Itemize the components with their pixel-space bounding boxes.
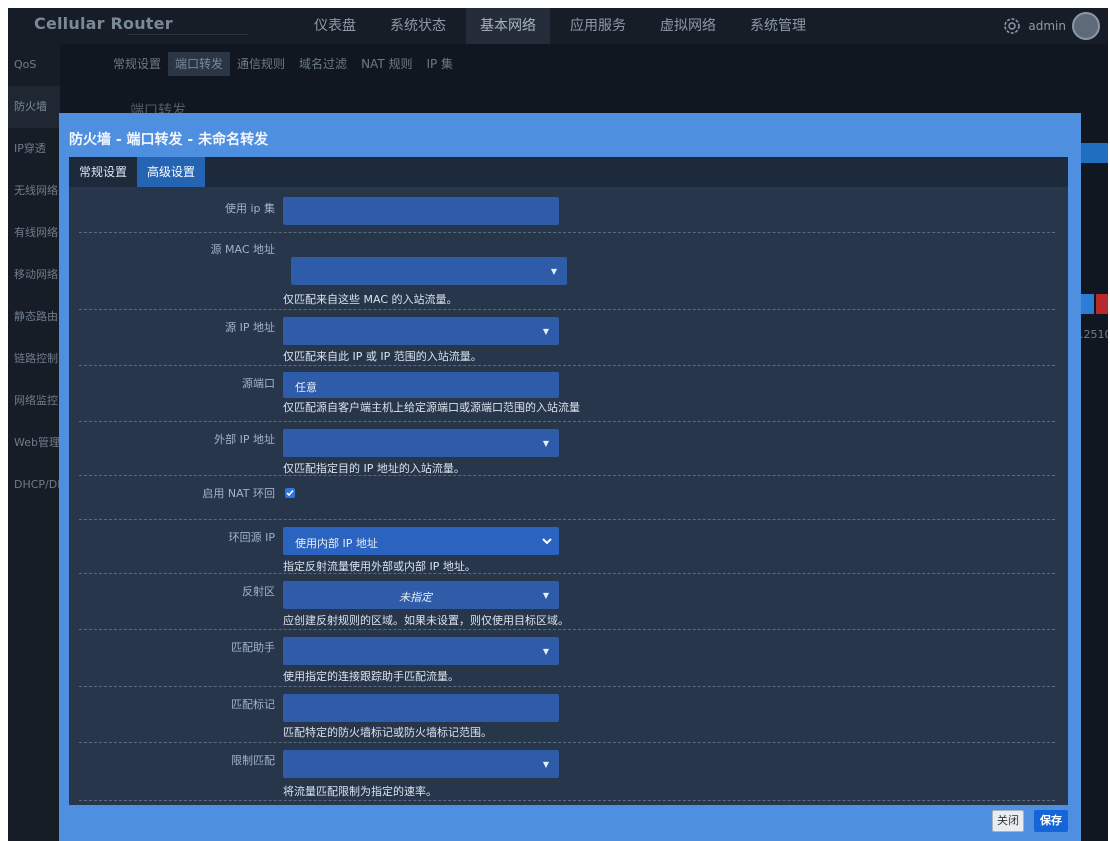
tab-port-forward[interactable]: 端口转发 (168, 52, 231, 76)
ipset-input[interactable] (283, 197, 559, 225)
top-navbar: Cellular Router 仪表盘 系统状态 基本网络 应用服务 虚拟网络 … (8, 8, 1108, 44)
sidebar-item-firewall[interactable]: 防火墙 (8, 86, 60, 128)
src-mac-label: 源 MAC 地址 (210, 243, 276, 256)
dropdown-caret-icon: ▼ (542, 591, 549, 600)
reflection-zone-help: 应创建反射规则的区域。如果未设置，则仅使用目标区域。 (283, 614, 569, 627)
row-helper: 匹配助手 ▼ 使用指定的连接跟踪助手匹配流量。 (79, 630, 1055, 687)
nav-system-admin[interactable]: 系统管理 (736, 8, 820, 44)
mark-label: 匹配标记 (231, 698, 275, 711)
sidebar-item-dhcp[interactable]: DHCP/DI (8, 464, 60, 506)
src-ip-label: 源 IP 地址 (225, 321, 275, 334)
ipset-label: 使用 ip 集 (224, 202, 275, 215)
save-button[interactable]: 保存 (1034, 810, 1068, 832)
app-window: Cellular Router 仪表盘 系统状态 基本网络 应用服务 虚拟网络 … (8, 8, 1108, 841)
sidebar-item-link-control[interactable]: 链路控制 (8, 338, 60, 380)
sidebar-item-web-admin[interactable]: Web管理 (8, 422, 60, 464)
sidebar-item-wireless[interactable]: 无线网络 (8, 170, 60, 212)
dialog-body: 使用 ip 集 源 MAC 地址 ▼ 仅匹配来自这些 MAC 的入站流量。 源 … (69, 187, 1068, 805)
nat-loopback-label: 启用 NAT 环回 (202, 487, 275, 500)
sidebar-item-network-monitor[interactable]: 网络监控 (8, 380, 60, 422)
src-mac-help: 仅匹配来自这些 MAC 的入站流量。 (283, 293, 458, 306)
close-button[interactable]: 关闭 (992, 810, 1024, 832)
main-nav: 仪表盘 系统状态 基本网络 应用服务 虚拟网络 系统管理 (300, 8, 826, 44)
dropdown-caret-icon: ▼ (542, 647, 549, 656)
src-mac-select[interactable]: ▼ (291, 257, 567, 285)
tab-traffic-rules[interactable]: 通信规则 (230, 52, 292, 76)
row-nat-loopback: 启用 NAT 环回 (79, 476, 1055, 520)
reflection-zone-label: 反射区 (242, 585, 275, 598)
background-ip-text: .25101 (1080, 328, 1108, 341)
dialog-footer: 关闭 保存 (59, 805, 1081, 841)
limit-label: 限制匹配 (231, 754, 275, 767)
port-forward-dialog: 防火墙 - 端口转发 - 未命名转发 常规设置 高级设置 使用 ip 集 源 M… (59, 113, 1081, 841)
reflection-src-select[interactable]: 使用内部 IP 地址 (283, 527, 559, 555)
limit-help: 将流量匹配限制为指定的速率。 (283, 785, 437, 798)
sidebar-item-ip-passthrough[interactable]: IP穿透 (8, 128, 60, 170)
src-ip-help: 仅匹配来自此 IP 或 IP 范围的入站流量。 (283, 350, 482, 363)
row-reflection-zone: 反射区 未指定 ▼ 应创建反射规则的区域。如果未设置，则仅使用目标区域。 (79, 574, 1055, 630)
reflection-zone-select[interactable]: 未指定 ▼ (283, 581, 559, 609)
row-mark: 匹配标记 匹配特定的防火墙标记或防火墙标记范围。 (79, 687, 1055, 743)
tab-ip-sets[interactable]: IP 集 (419, 52, 460, 76)
tab-advanced-settings[interactable]: 高级设置 (137, 157, 206, 187)
brand-logo: Cellular Router (34, 14, 173, 33)
delete-button[interactable] (1096, 294, 1108, 314)
avatar[interactable] (1072, 12, 1100, 40)
ext-ip-help: 仅匹配指定目的 IP 地址的入站流量。 (283, 462, 465, 475)
row-ext-ip: 外部 IP 地址 ▼ 仅匹配指定目的 IP 地址的入站流量。 (79, 422, 1055, 476)
nav-system-status[interactable]: 系统状态 (376, 8, 460, 44)
brand-underline (128, 34, 248, 35)
row-reflection-src: 环回源 IP 使用内部 IP 地址 指定反射流量使用外部或内部 IP 地址。 (79, 520, 1055, 574)
dropdown-caret-icon: ▼ (542, 327, 549, 336)
reflection-src-value: 使用内部 IP 地址 (295, 537, 378, 550)
helper-select[interactable]: ▼ (283, 637, 559, 665)
src-port-input[interactable]: 任意 (283, 372, 559, 398)
checkmark-icon (286, 490, 294, 497)
helper-help: 使用指定的连接跟踪助手匹配流量。 (283, 670, 459, 683)
reflection-src-help: 指定反射流量使用外部或内部 IP 地址。 (283, 560, 476, 573)
tab-general-settings[interactable]: 常规设置 (69, 157, 137, 187)
row-src-port: 源端口 任意 仅匹配源自客户端主机上给定源端口或源端口范围的入站流量 (79, 366, 1055, 422)
src-port-help: 仅匹配源自客户端主机上给定源端口或源端口范围的入站流量 (283, 401, 580, 414)
dialog-tabs: 常规设置 高级设置 (69, 157, 1068, 187)
row-ipset: 使用 ip 集 (79, 187, 1055, 233)
tab-nat-rules[interactable]: NAT 规则 (354, 52, 419, 76)
sub-tabs: 常规设置 端口转发 通信规则 域名过滤 NAT 规则 IP 集 (106, 52, 460, 76)
limit-select[interactable]: ▼ (283, 750, 559, 778)
nav-dashboard[interactable]: 仪表盘 (300, 8, 370, 44)
row-src-mac: 源 MAC 地址 ▼ 仅匹配来自这些 MAC 的入站流量。 (79, 233, 1055, 310)
tab-general[interactable]: 常规设置 (106, 52, 168, 76)
ext-ip-label: 外部 IP 地址 (214, 433, 275, 446)
src-port-label: 源端口 (242, 377, 275, 390)
mark-input[interactable] (283, 694, 559, 722)
tab-domain-filter[interactable]: 域名过滤 (292, 52, 354, 76)
sidebar: QoS 防火墙 IP穿透 无线网络 有线网络 移动网络 静态路由 链路控制 网络… (8, 44, 60, 841)
reflection-src-label: 环回源 IP (228, 531, 275, 544)
dropdown-caret-icon: ▼ (550, 267, 557, 276)
row-limit: 限制匹配 ▼ 将流量匹配限制为指定的速率。 (79, 743, 1055, 801)
src-port-value: 任意 (295, 381, 317, 394)
helper-label: 匹配助手 (231, 641, 275, 654)
nav-virtual-network[interactable]: 虚拟网络 (646, 8, 730, 44)
username[interactable]: admin (1028, 19, 1066, 33)
mark-help: 匹配特定的防火墙标记或防火墙标记范围。 (283, 726, 492, 739)
table-header-strip (1078, 143, 1108, 163)
dropdown-caret-icon: ▼ (542, 439, 549, 448)
user-menu[interactable]: admin (1002, 12, 1100, 40)
gear-icon[interactable] (1002, 16, 1022, 36)
dialog-title: 防火墙 - 端口转发 - 未命名转发 (69, 132, 269, 148)
src-ip-select[interactable]: ▼ (283, 317, 559, 345)
dropdown-caret-icon: ▼ (542, 760, 549, 769)
nav-basic-network[interactable]: 基本网络 (466, 8, 550, 44)
sidebar-item-wired[interactable]: 有线网络 (8, 212, 60, 254)
row-src-ip: 源 IP 地址 ▼ 仅匹配来自此 IP 或 IP 范围的入站流量。 (79, 310, 1055, 366)
nav-app-services[interactable]: 应用服务 (556, 8, 640, 44)
chevron-down-icon (542, 538, 552, 545)
ext-ip-select[interactable]: ▼ (283, 429, 559, 457)
sidebar-item-qos[interactable]: QoS (8, 44, 60, 86)
nat-loopback-checkbox[interactable] (285, 488, 295, 498)
sidebar-item-static-routes[interactable]: 静态路由 (8, 296, 60, 338)
reflection-zone-value: 未指定 (399, 591, 432, 604)
sidebar-item-mobile[interactable]: 移动网络 (8, 254, 60, 296)
